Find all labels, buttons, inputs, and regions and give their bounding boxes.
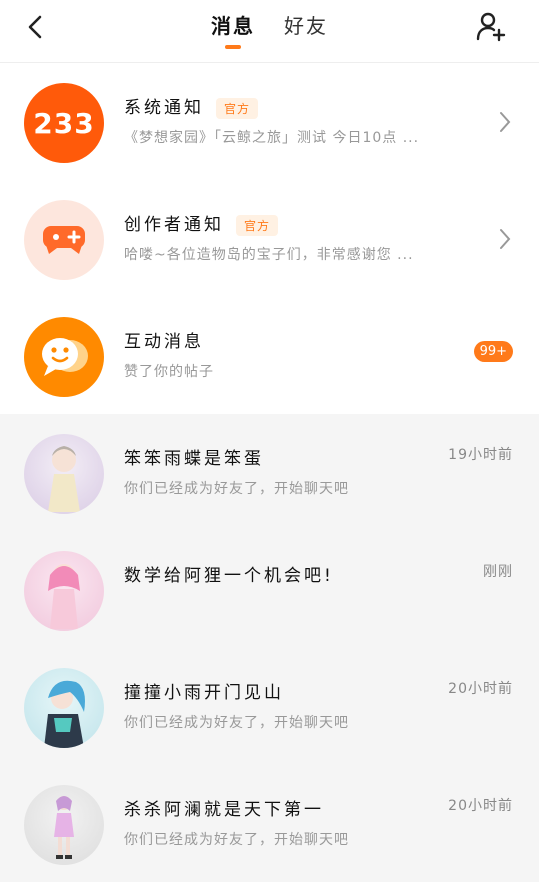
official-tag: 官方 [236, 214, 279, 236]
character-avatar-shape [44, 680, 85, 748]
chat-time: 20小时前 [448, 681, 513, 697]
avatar [24, 551, 104, 631]
avatar [24, 668, 104, 748]
gamepad-shape [43, 226, 85, 254]
tab-messages[interactable]: 消息 [210, 10, 255, 49]
chat-row[interactable]: 笨笨雨蝶是笨蛋 你们已经成为好友了，开始聊天吧 19小时前 [0, 414, 539, 531]
chat-name: 数学给阿狸一个机会吧! [124, 566, 334, 586]
chat-bubble-icon [24, 317, 104, 397]
tab-messages-label: 消息 [210, 14, 255, 38]
active-tab-indicator [224, 45, 241, 49]
chevron-right-icon [500, 229, 511, 249]
chat-name: 杀杀阿澜就是天下第一 [124, 800, 324, 820]
notice-list: 233 系统通知 官方 《梦想家园》「云鲸之旅」测试 今日10点 ... 创作者通… [0, 63, 539, 414]
official-tag: 官方 [216, 97, 259, 119]
chat-list: 笨笨雨蝶是笨蛋 你们已经成为好友了，开始聊天吧 19小时前 数学给阿狸一个机会吧… [0, 414, 539, 882]
character-avatar-shape [54, 796, 74, 859]
add-friend-icon[interactable] [475, 10, 507, 42]
avatar [24, 434, 104, 514]
top-bar: 消息 好友 [0, 0, 539, 63]
chat-row[interactable]: 撞撞小雨开门见山 你们已经成为好友了，开始聊天吧 20小时前 [0, 648, 539, 765]
notice-interaction[interactable]: 互动消息 赞了你的帖子 99+ [0, 297, 539, 414]
system-logo-text: 233 [33, 106, 95, 140]
chat-message: 你们已经成为好友了，开始聊天吧 [124, 832, 349, 848]
chat-message: 你们已经成为好友了，开始聊天吧 [124, 481, 349, 497]
notice-title: 系统通知 官方 [124, 93, 259, 119]
tab-friends-label: 好友 [284, 14, 329, 38]
chat-name: 撞撞小雨开门见山 [124, 683, 284, 703]
character-avatar-shape [48, 564, 80, 629]
avatar [24, 785, 104, 865]
notice-title: 创作者通知 官方 [124, 210, 279, 236]
chat-time: 19小时前 [448, 447, 513, 463]
chat-bubble-shape [42, 338, 88, 376]
tab-friends[interactable]: 好友 [284, 10, 328, 39]
notice-title: 互动消息 [124, 332, 204, 352]
notice-subtitle: 《梦想家园》「云鲸之旅」测试 今日10点 ... [124, 130, 420, 146]
character-avatar-shape [48, 446, 80, 512]
chevron-right-icon [500, 112, 511, 132]
notice-subtitle: 赞了你的帖子 [124, 364, 214, 380]
unread-badge: 99+ [473, 341, 513, 362]
notice-system[interactable]: 233 系统通知 官方 《梦想家园》「云鲸之旅」测试 今日10点 ... [0, 63, 539, 180]
chat-row[interactable]: 杀杀阿澜就是天下第一 你们已经成为好友了，开始聊天吧 20小时前 [0, 765, 539, 882]
chat-name: 笨笨雨蝶是笨蛋 [124, 449, 264, 469]
notice-subtitle: 哈喽~各位造物岛的宝子们，非常感谢您 ... [124, 247, 414, 263]
notice-creator[interactable]: 创作者通知 官方 哈喽~各位造物岛的宝子们，非常感谢您 ... [0, 180, 539, 297]
tab-bar: 消息 好友 [0, 10, 539, 49]
notice-title-text: 创作者通知 [124, 215, 224, 235]
system-logo-icon: 233 [24, 83, 104, 163]
chat-time: 20小时前 [448, 798, 513, 814]
notice-title-text: 系统通知 [124, 98, 204, 118]
chat-time: 刚刚 [483, 564, 513, 580]
chat-message: 你们已经成为好友了，开始聊天吧 [124, 715, 349, 731]
chat-row[interactable]: 数学给阿狸一个机会吧! 刚刚 [0, 531, 539, 648]
gamepad-icon [24, 200, 104, 280]
